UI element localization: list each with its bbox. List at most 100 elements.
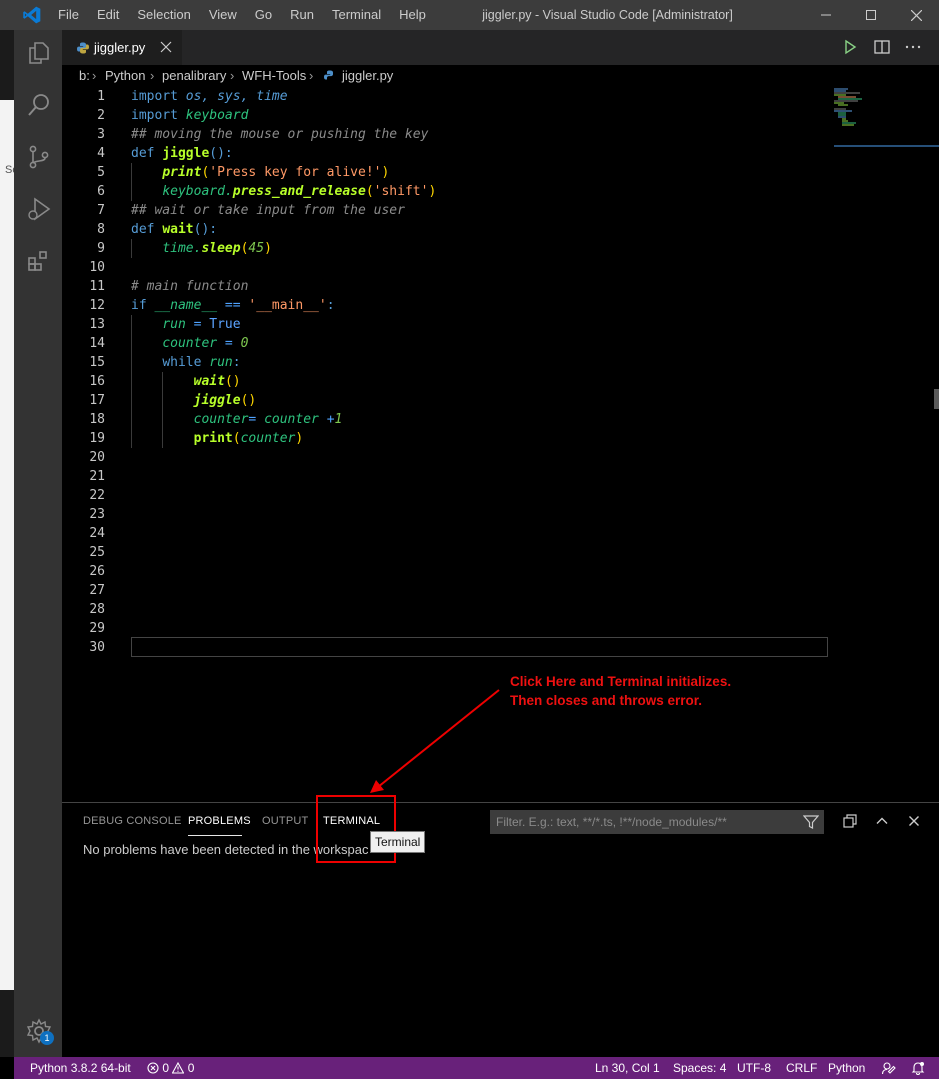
code-token: press_and_release [232,184,366,199]
maximize-button[interactable] [848,0,894,30]
code-token: + [326,412,335,427]
cursor-position[interactable]: Ln 30, Col 1 [595,1057,660,1079]
code-line[interactable]: jiggle() [131,391,257,410]
breadcrumb-drive[interactable]: b: [79,68,90,83]
breadcrumb-file[interactable]: jiggler.py [342,68,393,83]
code-token: = [185,317,210,332]
code-token: if [131,298,155,313]
code-line[interactable]: # main function [131,277,248,296]
code-editor[interactable]: 1 import os, sys, time 2 import keyboard 3 ##… [62,87,939,802]
line-number: 9 [97,241,105,256]
breadcrumb-wfh-tools[interactable]: WFH-Tools [242,68,306,83]
code-line[interactable]: import keyboard [131,106,248,125]
annotation-line-2: Then closes and throws error. [510,693,703,708]
background-window-strip: Se [0,30,18,1057]
code-line[interactable]: time.sleep(45) [131,239,272,258]
code-line[interactable]: ## wait or take input from the user [131,201,405,220]
line-number: 14 [89,336,105,351]
source-control-icon[interactable] [26,144,52,170]
code-token: def [131,146,163,161]
code-line[interactable]: print('Press key for alive!') [131,163,389,182]
language-mode[interactable]: Python [828,1057,865,1079]
line-number: 17 [89,393,105,408]
title-bar: File Edit Selection View Go Run Terminal… [0,0,939,30]
line-ending[interactable]: CRLF [786,1057,817,1079]
split-editor-icon[interactable] [873,38,891,56]
code-token: ) [428,184,437,199]
bell-icon[interactable] [911,1061,925,1075]
python-interpreter[interactable]: Python 3.8.2 64-bit [30,1057,131,1079]
code-line[interactable]: while run: [131,353,240,372]
menu-help[interactable]: Help [399,0,426,30]
tab-jiggler[interactable]: jiggler.py [62,30,182,65]
line-number: 27 [89,583,105,598]
code-line[interactable]: ## moving the mouse or pushing the key [131,125,428,144]
annotation-note: Click Here and Terminal initializes. The… [510,672,731,710]
code-line[interactable]: def wait(): [131,220,217,239]
menu-selection[interactable]: Selection [137,0,190,30]
code-token: ) [264,241,272,256]
line-number: 30 [89,640,105,655]
code-line[interactable]: import os, sys, time [131,87,288,106]
close-icon[interactable] [160,41,172,53]
code-token: import [131,89,186,104]
extensions-icon[interactable] [26,248,52,274]
filter-icon[interactable] [803,814,819,830]
code-token: # main function [131,279,249,294]
more-icon[interactable] [904,38,922,56]
tab-problems[interactable]: PROBLEMS [188,815,251,827]
menu-edit[interactable]: Edit [97,0,119,30]
line-number: 1 [97,89,105,104]
close-icon[interactable] [906,813,922,829]
code-line[interactable]: if __name__ == '__main__': [131,296,335,315]
tab-debug-console[interactable]: DEBUG CONSOLE [83,815,182,827]
breadcrumb-python[interactable]: Python [105,68,145,83]
code-token: run [209,355,233,370]
minimize-icon [821,14,831,16]
window-title-text: jiggler.py - Visual Studio Code [Adminis… [482,8,733,22]
line-number: 29 [89,621,105,636]
scrollbar[interactable] [934,389,939,409]
search-icon[interactable] [26,92,52,118]
code-token: __name__ [154,298,218,313]
encoding[interactable]: UTF-8 [737,1057,771,1079]
code-line[interactable]: counter = 0 [131,334,248,353]
collapse-icon[interactable] [842,813,858,829]
chevron-right-icon: › [230,68,235,83]
filter-input[interactable] [490,810,796,834]
feedback-icon[interactable] [882,1061,896,1075]
menu-terminal[interactable]: Terminal [332,0,381,30]
code-token: counter [162,336,218,351]
menu-go[interactable]: Go [255,0,272,30]
line-number: 22 [89,488,105,503]
run-debug-icon[interactable] [26,196,52,222]
indentation[interactable]: Spaces: 4 [673,1057,726,1079]
line-number: 25 [89,545,105,560]
tab-output[interactable]: OUTPUT [262,815,308,827]
line-number: 4 [97,146,105,161]
code-token: os, sys, time [185,89,288,104]
code-token: jiggle [193,393,241,408]
code-token: ## wait or take input from the user [131,203,405,218]
code-token: time. [162,241,202,256]
breadcrumb-penalibrary[interactable]: penalibrary [162,68,226,83]
code-line[interactable]: run = True [131,315,240,334]
minimap[interactable] [834,87,939,147]
explorer-icon[interactable] [26,40,52,66]
close-window-button[interactable] [893,0,939,30]
code-line[interactable]: def jiggle(): [131,144,233,163]
code-line[interactable]: wait() [131,372,241,391]
chevron-up-icon[interactable] [874,813,890,829]
line-number: 6 [97,184,105,199]
minimize-button[interactable] [803,0,849,30]
menu-view[interactable]: View [209,0,237,30]
code-line[interactable]: keyboard.press_and_release('shift') [131,182,436,201]
menu-run[interactable]: Run [290,0,314,30]
problems-filter[interactable] [490,810,824,834]
code-line[interactable]: print(counter) [131,429,304,448]
menu-file[interactable]: File [58,0,79,30]
run-icon[interactable] [841,38,859,56]
problems-summary[interactable]: 0 0 [147,1057,194,1079]
